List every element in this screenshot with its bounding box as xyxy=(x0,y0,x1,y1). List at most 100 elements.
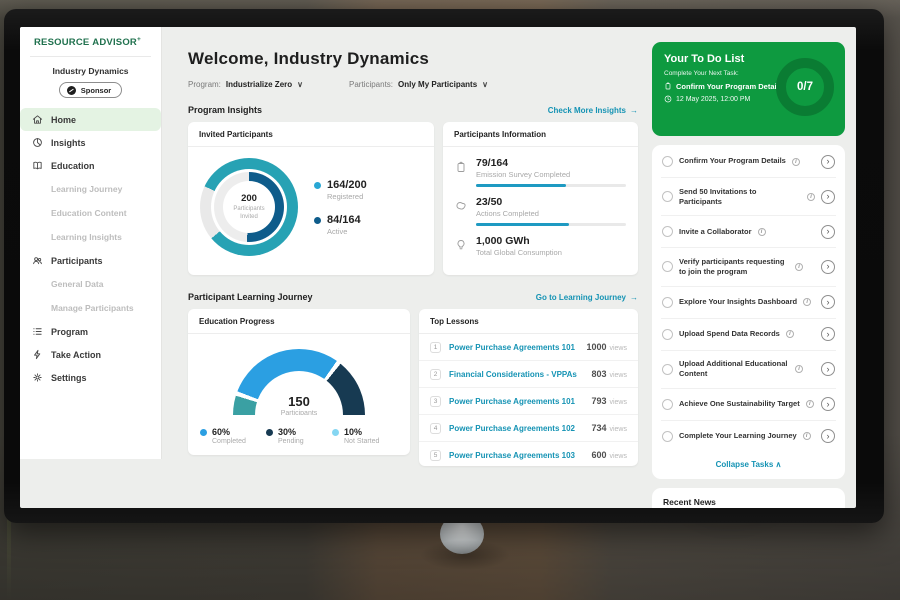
task-open-button[interactable]: › xyxy=(821,397,835,411)
sidebar-item-label: Settings xyxy=(51,373,87,383)
task-label: Invite a Collaborator xyxy=(679,227,752,237)
active-dot-icon xyxy=(314,217,321,224)
sidebar-item-label: Home xyxy=(51,115,76,125)
sidebar-item-insights[interactable]: Insights xyxy=(20,131,161,154)
app-logo: RESOURCE ADVISOR+ xyxy=(20,27,161,56)
legend-label: Pending xyxy=(278,438,304,445)
task-row: Achieve One Sustainability Target i › xyxy=(661,389,836,421)
task-open-button[interactable]: › xyxy=(821,295,835,309)
sidebar-item-label: Program xyxy=(51,327,88,337)
sidebar-item-program[interactable]: Program xyxy=(20,320,161,343)
task-checkbox[interactable] xyxy=(662,156,673,167)
participants-filter[interactable]: Participants: Only My Participants ∨ xyxy=(349,80,488,89)
section-title-learning-journey: Participant Learning Journey xyxy=(188,292,313,302)
education-progress-card: Education Progress 150 Participants 60% xyxy=(188,309,410,455)
task-checkbox[interactable] xyxy=(662,191,673,202)
collapse-tasks-link[interactable]: Collapse Tasks ∧ xyxy=(661,452,836,478)
task-open-button[interactable]: › xyxy=(821,155,835,169)
info-icon[interactable]: i xyxy=(806,400,814,408)
todo-progress-count: 0/7 xyxy=(797,81,813,93)
task-checkbox[interactable] xyxy=(662,226,673,237)
task-open-button[interactable]: › xyxy=(821,225,835,239)
home-icon xyxy=(32,114,43,125)
task-checkbox[interactable] xyxy=(662,399,673,410)
legend-not-started: 10% Not Started xyxy=(332,427,398,445)
registered-label: Registered xyxy=(327,192,367,201)
invited-participants-body: 200 Participants Invited 164/200 Registe… xyxy=(188,147,434,267)
sidebar-item-education[interactable]: Education xyxy=(20,154,161,177)
active-label: Active xyxy=(327,227,361,236)
program-filter-value: Industrialize Zero xyxy=(226,80,292,89)
sidebar-item-education-content[interactable]: Education Content xyxy=(20,201,161,225)
lesson-link[interactable]: Power Purchase Agreements 103 xyxy=(449,451,583,460)
lesson-views: 803 xyxy=(591,369,606,379)
todo-next-task: Confirm Your Program Details xyxy=(676,82,783,91)
lesson-rank: 1 xyxy=(430,342,441,353)
sidebar-item-learning-insights[interactable]: Learning Insights xyxy=(20,225,161,249)
info-icon[interactable]: i xyxy=(786,330,794,338)
task-checkbox[interactable] xyxy=(662,431,673,442)
task-checkbox[interactable] xyxy=(662,329,673,340)
check-more-insights-link[interactable]: Check More Insights → xyxy=(548,106,638,115)
lesson-views: 600 xyxy=(591,450,606,460)
sidebar-item-home[interactable]: Home xyxy=(20,108,161,131)
lesson-rank: 4 xyxy=(430,423,441,434)
sidebar-item-general-data[interactable]: General Data xyxy=(20,272,161,296)
task-open-button[interactable]: › xyxy=(821,429,835,443)
views-suffix: views xyxy=(609,426,627,433)
task-open-button[interactable]: › xyxy=(821,260,835,274)
gauge-center-label: Participants xyxy=(233,410,365,415)
lesson-link[interactable]: Power Purchase Agreements 101 xyxy=(449,397,583,406)
task-row: Verify participants requesting to join t… xyxy=(661,248,836,286)
task-open-button[interactable]: › xyxy=(821,362,835,376)
stat-label: Total Global Consumption xyxy=(476,248,626,257)
info-icon[interactable]: i xyxy=(792,158,800,166)
lesson-link[interactable]: Power Purchase Agreements 101 xyxy=(449,343,578,352)
sidebar-item-settings[interactable]: Settings xyxy=(20,366,161,389)
card-title: Participants Information xyxy=(443,122,638,147)
education-progress-gauge-chart: 150 Participants xyxy=(233,349,365,415)
info-icon[interactable]: i xyxy=(795,263,803,271)
top-lessons-card: Top Lessons 1 Power Purchase Agreements … xyxy=(419,309,638,466)
task-open-button[interactable]: › xyxy=(821,327,835,341)
sponsor-badge[interactable]: Sponsor xyxy=(59,82,122,98)
info-icon[interactable]: i xyxy=(803,298,811,306)
lesson-link[interactable]: Financial Considerations - VPPAs xyxy=(449,370,583,379)
lesson-rank: 5 xyxy=(430,450,441,461)
info-icon[interactable]: i xyxy=(758,228,766,236)
program-filter[interactable]: Program: Industrialize Zero ∨ xyxy=(188,80,303,89)
completed-dot-icon xyxy=(200,429,207,436)
task-checkbox[interactable] xyxy=(662,261,673,272)
card-title: Invited Participants xyxy=(188,122,434,147)
task-row: Upload Additional Educational Content i … xyxy=(661,351,836,389)
task-checkbox[interactable] xyxy=(662,297,673,308)
learning-cards-row: Education Progress 150 Participants 60% xyxy=(188,309,638,466)
todo-summary-card: Your To Do List Complete Your Next Task:… xyxy=(652,42,845,136)
logo-plus: + xyxy=(137,36,141,43)
go-to-learning-journey-link[interactable]: Go to Learning Journey → xyxy=(536,293,638,302)
views-suffix: views xyxy=(609,345,627,352)
organization-name: Industry Dynamics xyxy=(20,66,161,76)
learning-journey-header: Participant Learning Journey Go to Learn… xyxy=(188,292,638,302)
task-checkbox[interactable] xyxy=(662,364,673,375)
sidebar-item-participants[interactable]: Participants xyxy=(20,249,161,272)
sponsor-icon xyxy=(67,86,76,95)
pending-dot-icon xyxy=(266,429,273,436)
todo-due-time: 12 May 2025, 12:00 PM xyxy=(676,96,750,103)
legend-pct: 60% xyxy=(212,427,246,437)
lesson-link[interactable]: Power Purchase Agreements 102 xyxy=(449,424,583,433)
participants-information-card: Participants Information 79/164 Emission… xyxy=(443,122,638,275)
stat-global-consumption: 1,000 GWh Total Global Consumption xyxy=(455,235,626,257)
sidebar-item-take-action[interactable]: Take Action xyxy=(20,343,161,366)
task-row: Complete Your Learning Journey i › xyxy=(661,421,836,452)
task-row: Upload Spend Data Records i › xyxy=(661,319,836,351)
page-title: Welcome, Industry Dynamics xyxy=(188,49,638,69)
card-title: Education Progress xyxy=(188,309,410,334)
info-icon[interactable]: i xyxy=(795,365,803,373)
info-icon[interactable]: i xyxy=(807,193,815,201)
task-open-button[interactable]: › xyxy=(821,190,835,204)
info-icon[interactable]: i xyxy=(803,432,811,440)
sidebar-item-learning-journey[interactable]: Learning Journey xyxy=(20,177,161,201)
arrow-right-icon: → xyxy=(630,293,638,302)
sidebar-item-manage-participants[interactable]: Manage Participants xyxy=(20,296,161,320)
